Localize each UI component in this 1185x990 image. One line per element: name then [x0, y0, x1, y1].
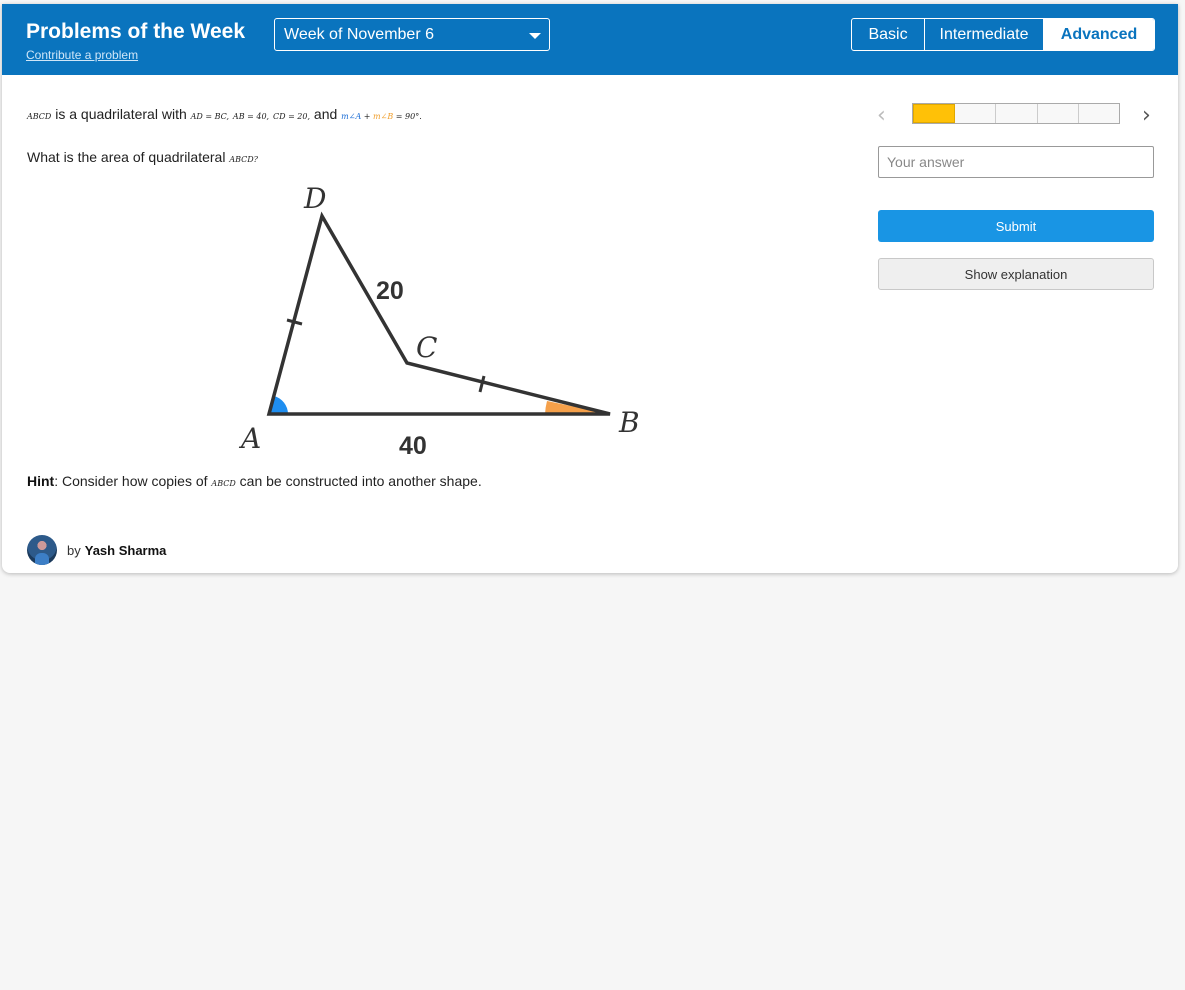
week-select-value: Week of November 6 — [284, 26, 434, 43]
hint-tail: can be constructed into another shape. — [235, 473, 482, 489]
problem-question: What is the area of quadrilateral ABCD? — [27, 149, 258, 165]
page-title: Problems of the Week — [26, 20, 246, 43]
chevron-right-icon[interactable]: › — [1142, 103, 1151, 128]
quadrilateral-figure: D C A B 20 40 — [238, 182, 640, 460]
length-ab: 40 — [399, 432, 427, 460]
answer-input[interactable] — [878, 146, 1154, 178]
problem-statement: ABCD is a quadrilateral with AD = BC, AB… — [27, 106, 422, 122]
quadrilateral-shape — [266, 211, 611, 416]
question-text: What is the area of quadrilateral — [27, 149, 230, 165]
math-quad: ABCD — [27, 112, 52, 121]
week-select[interactable]: Week of November 6 — [274, 18, 550, 51]
progress-segment — [1078, 104, 1120, 123]
avatar — [27, 535, 57, 565]
chevron-left-icon[interactable]: ‹ — [877, 103, 886, 128]
progress-segment — [1037, 104, 1079, 123]
tab-intermediate[interactable]: Intermediate — [925, 19, 1044, 50]
progress-segment — [913, 104, 956, 123]
author-credit: by Yash Sharma — [27, 535, 166, 565]
chevron-down-icon — [529, 33, 541, 39]
math-hint-quad: ABCD — [211, 479, 236, 488]
label-d: D — [303, 182, 326, 215]
math-angle-a: m∠A — [341, 112, 362, 121]
math-plus: + — [361, 112, 374, 121]
difficulty-tabs: Basic Intermediate Advanced — [851, 18, 1155, 51]
length-cd: 20 — [376, 277, 404, 305]
math-angle-eq: = 90°. — [393, 112, 422, 121]
label-c: C — [416, 331, 437, 364]
tab-advanced[interactable]: Advanced — [1044, 19, 1154, 50]
label-a: A — [238, 422, 261, 455]
label-b: B — [618, 406, 640, 439]
progress-segment — [955, 104, 997, 123]
contribute-link[interactable]: Contribute a problem — [26, 48, 138, 62]
math-cond2: AB = 40, — [232, 112, 270, 121]
math-question-quad: ABCD? — [229, 155, 258, 164]
math-cond1: AD = BC, — [190, 112, 230, 121]
tick-ad — [286, 318, 303, 326]
author-name[interactable]: Yash Sharma — [85, 543, 167, 558]
hint: Hint: Consider how copies of ABCD can be… — [27, 473, 482, 489]
tick-bc — [478, 375, 486, 393]
hint-label: Hint — [27, 473, 55, 489]
progress-segment — [996, 104, 1038, 123]
progress-bar — [912, 103, 1120, 124]
problem-card: Problems of the Week Contribute a proble… — [2, 4, 1178, 573]
header-bar: Problems of the Week Contribute a proble… — [2, 4, 1178, 75]
show-explanation-button[interactable]: Show explanation — [878, 258, 1154, 290]
tab-basic[interactable]: Basic — [852, 19, 925, 50]
statement-and: and — [310, 106, 342, 122]
math-cond3: CD = 20, — [272, 112, 311, 121]
hint-text: : Consider how copies of — [54, 473, 212, 489]
statement-text: is a quadrilateral with — [51, 106, 191, 122]
submit-button[interactable]: Submit — [878, 210, 1154, 242]
math-angle-b: m∠B — [373, 112, 394, 121]
author-by: by — [67, 542, 81, 558]
